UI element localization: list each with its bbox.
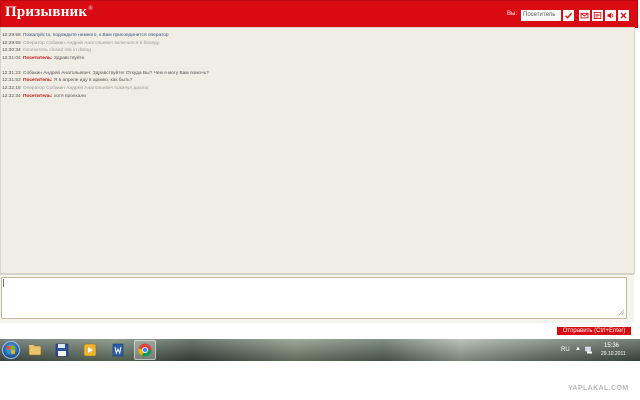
app-logo: Призывник® xyxy=(5,4,93,21)
chat-message: 12:30:34 посетитель closed link in dialo… xyxy=(2,48,91,53)
message-time: 12:30:34 xyxy=(2,48,21,53)
message-time: 12:31:53 xyxy=(2,78,21,83)
message-text: Оператор Собакин Андрей Анатольевич поки… xyxy=(23,86,149,91)
clock-date: 29.10.2011 xyxy=(601,351,626,357)
chat-message: 12:31:53 Посетитель: Я в апреле иду в ар… xyxy=(2,78,132,83)
os-taskbar: RU ▲ 15:36 29.10.2011 xyxy=(0,339,640,361)
explorer-icon[interactable] xyxy=(27,342,43,358)
chat-message: 12:32:34 Посетитель: хотя проехали xyxy=(2,94,86,99)
message-time: 12:32:18 xyxy=(2,86,21,91)
message-text: Собакин Андрей Анатольевич: Здравствуйте… xyxy=(23,71,209,76)
start-button[interactable] xyxy=(2,341,20,359)
message-time: 12:29:59 xyxy=(2,41,21,46)
chat-message: 12:31:23 Собакин Андрей Анатольевич: Здр… xyxy=(2,71,209,76)
sound-icon[interactable] xyxy=(605,10,616,21)
site-watermark: YAPLAKAL.COM xyxy=(568,385,629,392)
message-sender: Посетитель: xyxy=(23,94,53,99)
text-caret xyxy=(3,279,4,287)
network-icon[interactable] xyxy=(585,346,593,354)
message-sender: Посетитель: xyxy=(23,56,53,61)
clock-time[interactable]: 15:36 xyxy=(604,343,619,349)
media-player-icon[interactable] xyxy=(82,342,98,358)
message-time: 12:31:04 xyxy=(2,56,21,61)
app-header: Призывник® Вы: Посетитель xyxy=(0,0,638,28)
message-text: хотя проехали xyxy=(53,94,86,99)
message-text: Оператор Собакин Андрей Анатольевич вклю… xyxy=(23,41,160,46)
word-icon[interactable] xyxy=(110,342,126,358)
chat-message: 12:31:04 Посетитель: Здравствуйте xyxy=(2,56,84,61)
message-text: Здравствуйте xyxy=(53,56,85,61)
close-icon[interactable] xyxy=(618,10,629,21)
floppy-icon[interactable] xyxy=(54,342,70,358)
message-text: Пожалуйста, подождите немного, к Вам при… xyxy=(23,33,169,38)
you-label: Вы: xyxy=(507,11,517,17)
send-button[interactable]: Отправить (Ctrl+Enter) xyxy=(557,327,631,335)
message-text: Я в апреле иду в армию, как быть? xyxy=(53,78,133,83)
resize-grip-icon[interactable] xyxy=(618,309,624,315)
message-time: 12:29:58 xyxy=(2,33,21,38)
message-input[interactable] xyxy=(1,277,627,319)
chat-log: 12:29:58 Пожалуйста, подождите немного, … xyxy=(0,27,635,274)
message-sender: Посетитель: xyxy=(23,78,53,83)
registered-mark: ® xyxy=(88,6,93,12)
chat-message: 12:29:58 Пожалуйста, подождите немного, … xyxy=(2,33,169,38)
chrome-icon[interactable] xyxy=(137,342,153,358)
logo-text: Призывник xyxy=(5,4,88,20)
composer-area xyxy=(0,274,634,323)
tray-expand-icon[interactable]: ▲ xyxy=(575,346,581,352)
windows-logo-icon xyxy=(7,346,15,354)
history-icon[interactable] xyxy=(592,10,603,21)
chat-message: 12:29:59 Оператор Собакин Андрей Анатоль… xyxy=(2,41,160,46)
message-text: посетитель closed link in dialog xyxy=(23,48,91,53)
message-time: 12:32:34 xyxy=(2,94,21,99)
visitor-name-field[interactable]: Посетитель xyxy=(521,10,561,21)
mail-icon[interactable] xyxy=(579,10,590,21)
message-time: 12:31:23 xyxy=(2,71,21,76)
language-indicator[interactable]: RU xyxy=(561,347,570,353)
check-icon[interactable] xyxy=(563,10,574,21)
chat-message: 12:32:18 Оператор Собакин Андрей Анатоль… xyxy=(2,86,149,91)
